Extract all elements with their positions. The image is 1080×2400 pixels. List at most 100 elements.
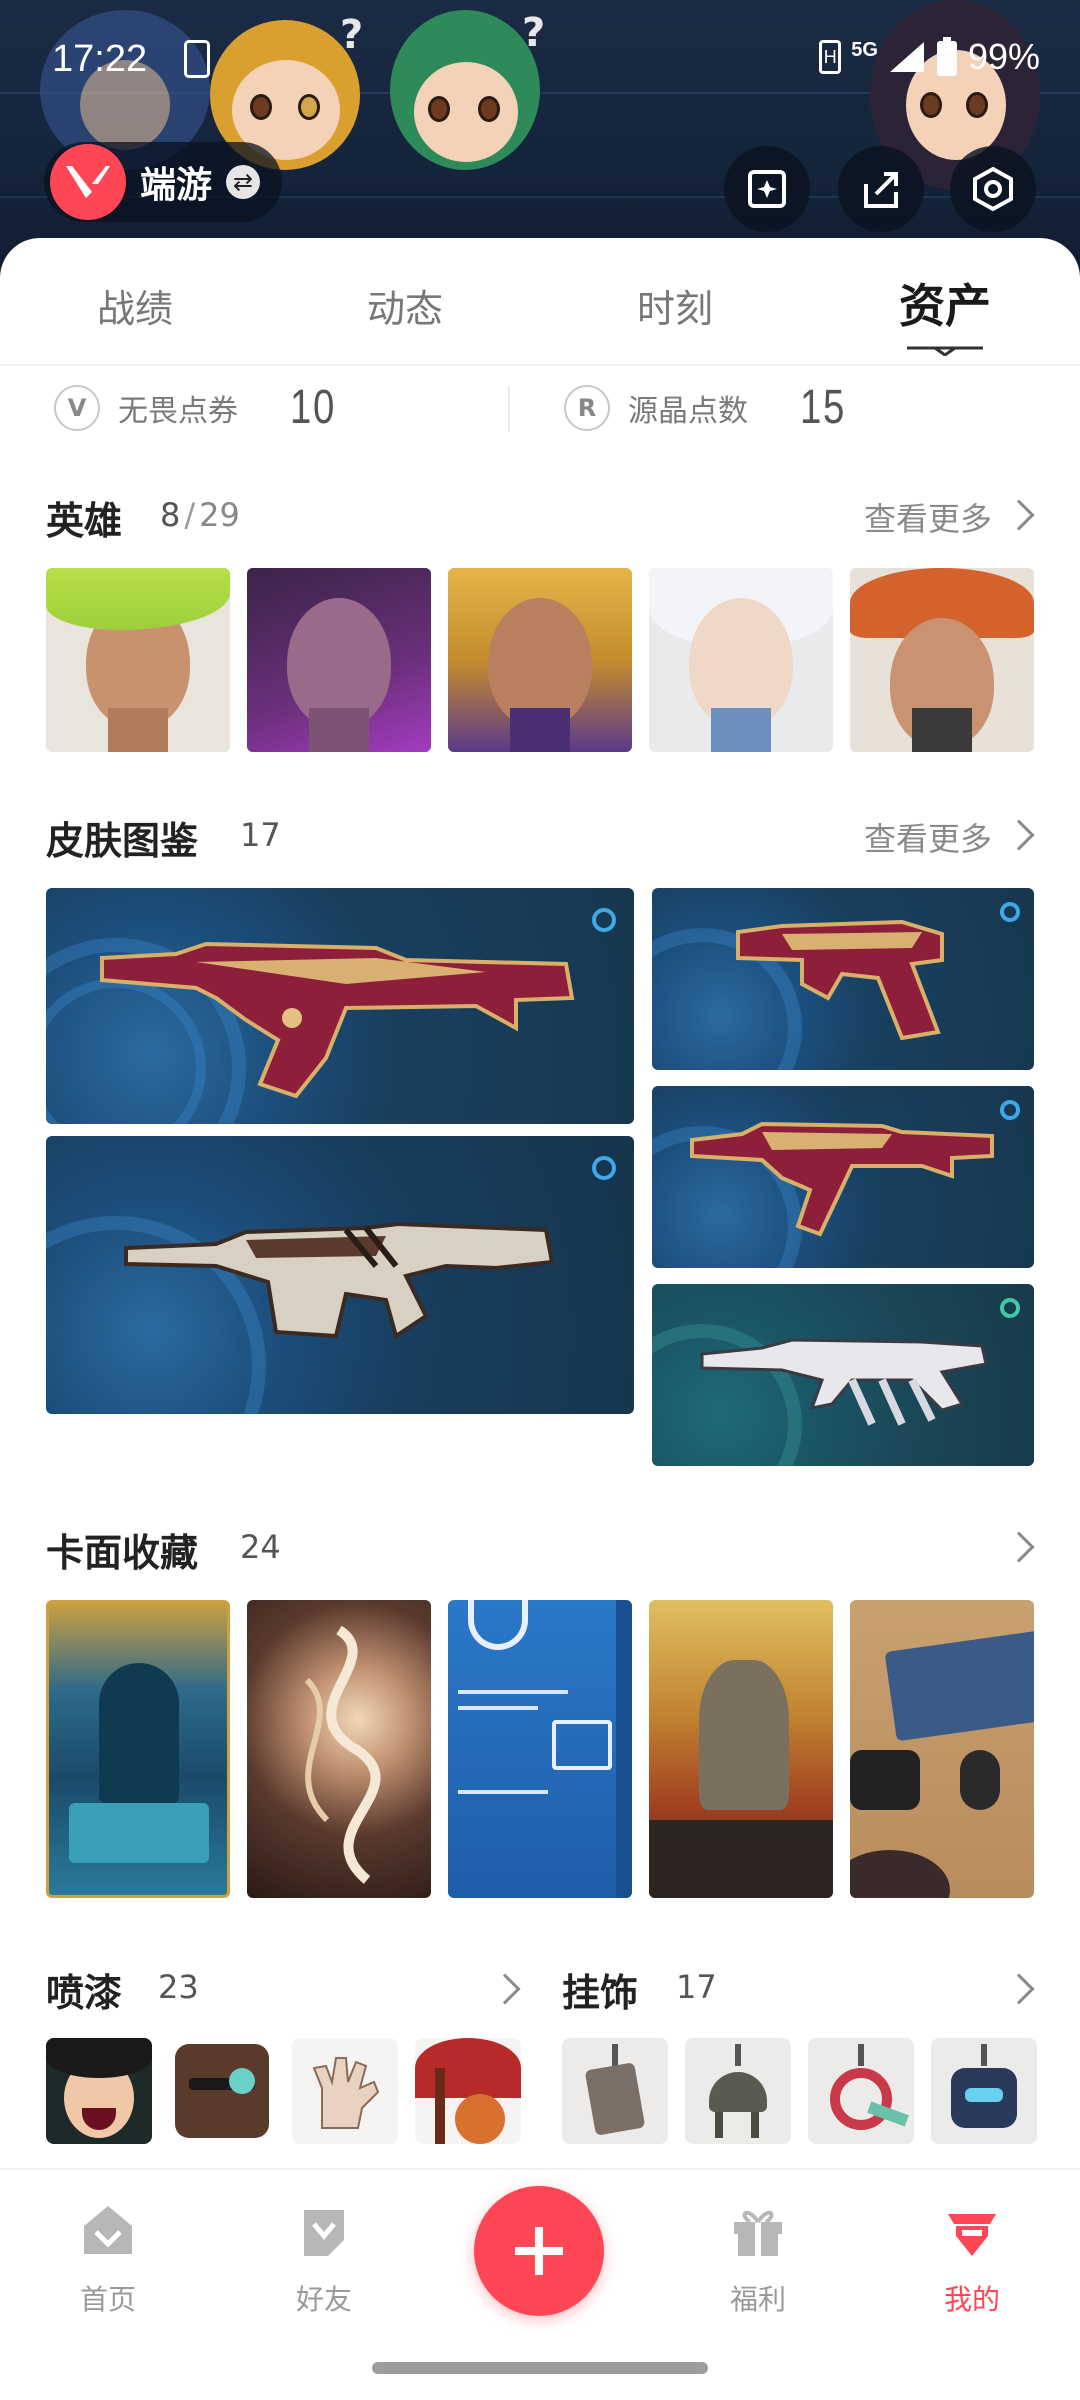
vp-coin-icon: V bbox=[54, 384, 100, 431]
tab-active-indicator bbox=[907, 346, 983, 356]
nav-friends[interactable]: 好友 bbox=[254, 2200, 394, 2318]
agents-more-link[interactable]: 查看更多 bbox=[864, 494, 992, 540]
network-type: 5G bbox=[851, 38, 878, 61]
charm-item[interactable] bbox=[808, 2038, 914, 2144]
agents-count: 8/29 bbox=[160, 496, 240, 534]
rp-balance: R 源晶点数 15 bbox=[564, 380, 857, 435]
weapon-skin-image bbox=[736, 919, 944, 1041]
chevron-right-icon[interactable] bbox=[1003, 1973, 1035, 2005]
rp-label: 源晶点数 bbox=[628, 393, 748, 429]
vp-label: 无畏点券 bbox=[118, 393, 238, 429]
weapon-skin-image bbox=[100, 941, 575, 1099]
charm-item[interactable] bbox=[562, 2038, 668, 2144]
sprays-title: 喷漆 bbox=[46, 1971, 123, 2015]
status-bar: 17:22 H 5G 99% bbox=[0, 0, 1080, 120]
settings-icon bbox=[973, 166, 1013, 212]
nav-welfare-label: 福利 bbox=[729, 2283, 786, 2316]
share-icon bbox=[864, 172, 898, 208]
charms-title: 挂饰 bbox=[562, 1971, 639, 2015]
swap-icon: ⇄ bbox=[226, 165, 261, 199]
ai-card-icon bbox=[748, 170, 786, 208]
profile-name: 端游 bbox=[140, 165, 213, 206]
signal-icon bbox=[889, 42, 924, 72]
agent-portrait[interactable] bbox=[247, 568, 431, 752]
create-post-button[interactable] bbox=[474, 2186, 604, 2316]
ai-card-button[interactable] bbox=[724, 146, 810, 232]
tab-record[interactable]: 战绩 bbox=[0, 238, 270, 364]
assets-sheet: 战绩 动态 时刻 资产 V 无畏点券 10 R 源晶点数 15 英雄 8/29 … bbox=[0, 238, 1080, 2168]
tab-moments[interactable]: 时刻 bbox=[540, 238, 810, 364]
tab-label: 时刻 bbox=[636, 287, 713, 331]
spray-item[interactable] bbox=[169, 2038, 275, 2144]
tab-label: 资产 bbox=[899, 279, 991, 333]
bottom-navigation: 首页 好友 福利 我的 bbox=[0, 2168, 1080, 2400]
cards-title: 卡面收藏 bbox=[46, 1531, 199, 1575]
charm-item[interactable] bbox=[931, 2038, 1037, 2144]
radianite-icon: R bbox=[564, 384, 610, 431]
rp-value: 15 bbox=[800, 381, 846, 434]
agent-portrait[interactable] bbox=[46, 568, 230, 752]
points-divider bbox=[508, 386, 510, 432]
settings-button[interactable] bbox=[950, 146, 1036, 232]
agents-count-separator: / bbox=[184, 496, 196, 534]
vp-value: 10 bbox=[290, 381, 336, 434]
weapon-skin-image bbox=[124, 1221, 555, 1340]
status-icons: H 5G 99% bbox=[819, 36, 1040, 78]
skin-card-small[interactable] bbox=[652, 888, 1034, 1070]
screen-record-icon bbox=[184, 40, 210, 78]
nav-welfare[interactable]: 福利 bbox=[688, 2200, 828, 2318]
tab-bar: 战绩 动态 时刻 资产 bbox=[0, 238, 1080, 364]
agent-portrait[interactable] bbox=[448, 568, 632, 752]
skins-count: 17 bbox=[240, 816, 281, 854]
nav-me-label: 我的 bbox=[943, 2283, 1000, 2316]
skin-card-large[interactable] bbox=[46, 1136, 634, 1414]
friends-icon bbox=[304, 2210, 344, 2256]
agents-title: 英雄 bbox=[46, 499, 123, 543]
tab-feed[interactable]: 动态 bbox=[270, 238, 540, 364]
gift-icon bbox=[734, 2210, 782, 2256]
charm-item[interactable] bbox=[685, 2038, 791, 2144]
player-card[interactable] bbox=[46, 1600, 230, 1898]
nav-me[interactable]: 我的 bbox=[902, 2200, 1042, 2318]
weapon-skin-image bbox=[690, 1121, 994, 1237]
profile-icon bbox=[948, 2214, 996, 2256]
player-card[interactable] bbox=[649, 1600, 833, 1898]
skin-card-large[interactable] bbox=[46, 888, 634, 1124]
tab-assets[interactable]: 资产 bbox=[810, 238, 1080, 364]
chevron-right-icon[interactable] bbox=[1003, 1531, 1035, 1563]
profile-switcher[interactable]: 端游 ⇄ bbox=[44, 142, 283, 222]
currency-row: V 无畏点券 10 R 源晶点数 15 bbox=[0, 366, 1080, 456]
skin-card-small[interactable] bbox=[652, 1284, 1034, 1466]
sprays-count: 23 bbox=[158, 1968, 199, 2006]
charms-count: 17 bbox=[676, 1968, 717, 2006]
cards-count: 24 bbox=[240, 1528, 281, 1566]
agents-owned: 8 bbox=[160, 496, 181, 534]
nav-home-label: 首页 bbox=[79, 2283, 136, 2316]
agent-portrait[interactable] bbox=[850, 568, 1034, 752]
nav-home[interactable]: 首页 bbox=[38, 2200, 178, 2318]
hd-icon: H bbox=[819, 40, 842, 74]
player-card[interactable] bbox=[448, 1600, 632, 1898]
agents-total: 29 bbox=[199, 496, 240, 534]
share-button[interactable] bbox=[838, 146, 924, 232]
home-icon bbox=[84, 2206, 132, 2254]
skin-card-small[interactable] bbox=[652, 1086, 1034, 1268]
spray-item[interactable] bbox=[415, 2038, 521, 2144]
spray-item[interactable] bbox=[46, 2038, 152, 2144]
player-card[interactable] bbox=[850, 1600, 1034, 1898]
weapon-skin-image bbox=[700, 1338, 988, 1426]
battery-level: 99% bbox=[967, 36, 1040, 77]
chevron-right-icon bbox=[1003, 819, 1035, 851]
tab-label: 动态 bbox=[366, 287, 443, 331]
player-card[interactable] bbox=[247, 1600, 431, 1898]
skins-more-link[interactable]: 查看更多 bbox=[864, 814, 992, 860]
card-art bbox=[304, 1625, 381, 1884]
valorant-logo-icon bbox=[50, 144, 126, 220]
tab-label: 战绩 bbox=[96, 287, 173, 331]
agent-portrait[interactable] bbox=[649, 568, 833, 752]
nav-friends-label: 好友 bbox=[295, 2283, 352, 2316]
chevron-right-icon[interactable] bbox=[489, 1973, 521, 2005]
spray-item[interactable] bbox=[292, 2038, 398, 2144]
plus-icon bbox=[515, 2227, 563, 2275]
home-indicator[interactable] bbox=[372, 2362, 708, 2374]
